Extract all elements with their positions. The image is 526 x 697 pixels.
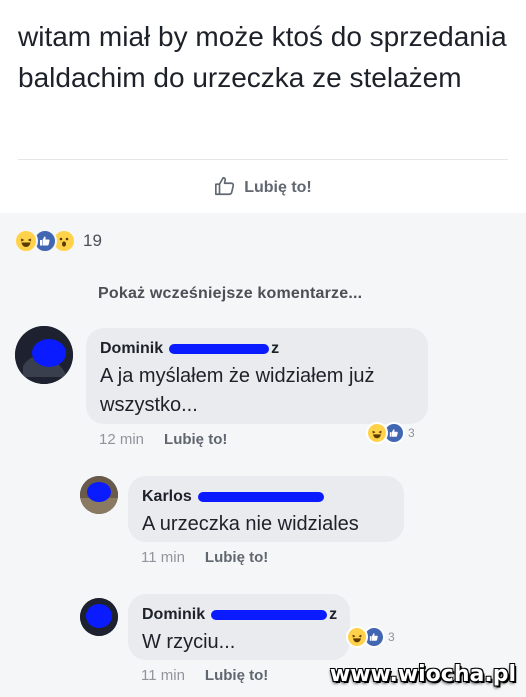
comment-reaction-count: 3 <box>408 426 415 440</box>
post-text: witam miał by może ktoś do sprzedania ba… <box>18 21 507 93</box>
comment-time[interactable]: 12 min <box>99 431 144 448</box>
avatar[interactable] <box>80 598 118 636</box>
haha-emoji-icon <box>366 422 388 444</box>
comment-like-link[interactable]: Lubię to! <box>164 431 227 448</box>
comment-meta: 11 min Lubię to! <box>141 549 268 566</box>
comment-like-link[interactable]: Lubię to! <box>205 549 268 566</box>
redaction-mark <box>169 344 270 354</box>
reactions-summary[interactable]: 19 <box>14 229 102 253</box>
comment-author-suffix: z <box>271 340 280 357</box>
comment-bubble: Karlos A urzeczka nie widziales <box>128 476 404 542</box>
comment-time[interactable]: 11 min <box>141 549 185 566</box>
show-previous-comments-link[interactable]: Pokaż wcześniejsze komentarze... <box>98 285 362 303</box>
reaction-count: 19 <box>83 231 102 250</box>
haha-emoji-icon <box>346 626 368 648</box>
redaction-mark <box>211 610 328 620</box>
divider <box>18 159 508 160</box>
comment-text-line: A ja myślałem że widziałem już <box>100 365 375 387</box>
comment-author-suffix: z <box>329 606 338 623</box>
comment-author[interactable]: Dominik <box>142 606 205 624</box>
redaction-mark <box>197 492 324 502</box>
comment-reactions[interactable]: 3 <box>366 422 415 444</box>
thumbs-up-icon <box>214 175 236 202</box>
comment-text-line: wszystko... <box>100 394 198 416</box>
like-label: Lubię to! <box>244 179 312 196</box>
comment-text: A urzeczka nie widziales <box>142 513 359 535</box>
comment-reaction-count: 3 <box>388 630 395 644</box>
haha-emoji-icon <box>14 229 38 253</box>
comment-like-link[interactable]: Lubię to! <box>205 667 268 684</box>
avatar[interactable] <box>15 326 73 384</box>
comment-meta: 11 min Lubię to! <box>141 667 268 684</box>
comment-reactions[interactable]: 3 <box>346 626 395 648</box>
comment-author[interactable]: Dominik <box>100 340 163 358</box>
comment-author[interactable]: Karlos <box>142 488 192 506</box>
comment-time[interactable]: 11 min <box>141 667 185 684</box>
watermark: www.wiocha.pl <box>329 662 516 687</box>
like-button[interactable]: Lubię to! <box>0 168 526 208</box>
comment-meta: 12 min Lubię to! <box>99 431 227 448</box>
comment-text: W rzyciu... <box>142 631 236 653</box>
comment-bubble: Dominik z A ja myślałem że widziałem już… <box>86 328 428 424</box>
comment-bubble: Dominik z W rzyciu... <box>128 594 350 660</box>
avatar[interactable] <box>80 476 118 514</box>
